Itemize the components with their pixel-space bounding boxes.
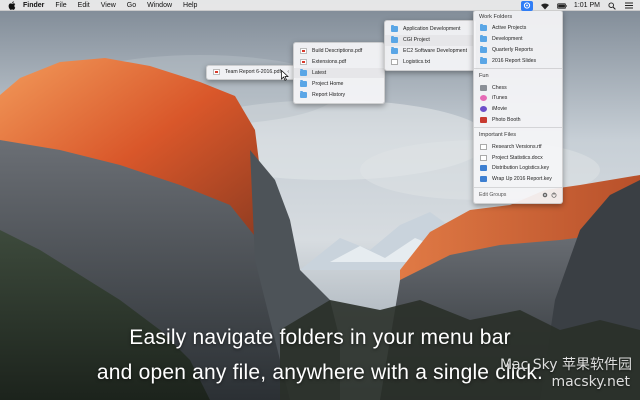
folder-icon <box>391 46 398 54</box>
folder-icon <box>480 24 487 32</box>
menu-item-label: Research Versions.rtf <box>492 143 542 150</box>
menu-item-label: Application Development <box>403 26 461 33</box>
menu-item-folder[interactable]: Application Development <box>385 24 475 35</box>
menu-item-folder[interactable]: Report History <box>294 89 384 100</box>
submenu-level-3: Application Development CGI Project EC2 … <box>384 20 476 72</box>
status-area: 1:01 PM <box>520 0 634 11</box>
menu-item-app[interactable]: Chess <box>474 82 562 93</box>
menu-item-label: Logistics.txt <box>403 58 431 65</box>
submenu-level-2: Build Descriptions.pdf Extensions.pdf La… <box>293 42 385 104</box>
section-title-fun: Fun <box>479 73 489 80</box>
mouse-pointer-icon <box>281 70 289 81</box>
menu-item-label: Active Projects <box>492 25 527 32</box>
pdf-icon <box>213 69 220 76</box>
menu-item-label: Project Statistics.docx <box>492 154 543 161</box>
menu-item-label: EC2 Software Development <box>403 47 468 54</box>
document-icon <box>480 154 487 161</box>
menu-item-label: Quarterly Reports <box>492 46 533 53</box>
menu-item-file[interactable]: Logistics.txt <box>385 56 475 67</box>
watermark-line-1: Mac Sky 苹果软件园 <box>499 357 632 373</box>
menu-item-folder[interactable]: Active Projects <box>474 23 562 34</box>
menu-bar: Finder File Edit View Go Window Help 1:0… <box>0 0 640 11</box>
document-icon <box>391 58 398 65</box>
pdf-icon <box>300 59 307 66</box>
menu-clock[interactable]: 1:01 PM <box>574 2 600 9</box>
menu-item-label: Report History <box>312 91 346 98</box>
menu-window[interactable]: Window <box>147 0 172 11</box>
keynote-icon <box>480 165 487 172</box>
menu-separator <box>474 68 562 70</box>
folder-icon <box>391 25 398 33</box>
menu-item-label: Latest <box>312 69 327 76</box>
section-title-work-folders: Work Folders <box>479 14 513 20</box>
folder-icon <box>391 36 398 44</box>
folder-icon <box>480 35 487 43</box>
menu-view[interactable]: View <box>101 0 116 11</box>
menu-item-file[interactable]: Build Descriptions.pdf <box>294 46 384 57</box>
keynote-icon <box>480 176 487 183</box>
spotlight-search-icon[interactable] <box>607 1 617 10</box>
main-dropdown-menu: Work Folders Active Projects Development… <box>473 10 563 204</box>
gear-icon[interactable] <box>542 192 548 198</box>
apple-logo-icon[interactable] <box>8 0 16 10</box>
document-icon <box>480 143 487 150</box>
menu-item-file[interactable]: Distribution Logistics.key <box>474 163 562 174</box>
menu-separator <box>474 127 562 129</box>
menu-item-folder[interactable]: Quarterly Reports <box>474 45 562 56</box>
edit-groups-button[interactable]: Edit Groups <box>479 192 506 198</box>
menu-item-app[interactable]: iTunes <box>474 93 562 104</box>
folder-icon <box>480 45 487 53</box>
menu-file[interactable]: File <box>55 0 66 11</box>
menu-item-app[interactable]: iMovie <box>474 104 562 115</box>
menu-item-label: Extensions.pdf <box>312 59 347 66</box>
folder-icon <box>300 90 307 98</box>
menu-item-label: Wrap Up 2016 Report.key <box>492 176 552 183</box>
menu-item-folder[interactable]: Latest <box>294 67 384 79</box>
menu-item-label: iMovie <box>492 106 507 113</box>
menu-item-label: 2016 Report Slides <box>492 57 537 64</box>
menu-item-folder[interactable]: EC2 Software Development <box>385 46 475 57</box>
menu-item-label: Photo Booth <box>492 116 521 123</box>
folder-icon <box>300 79 307 87</box>
menu-separator <box>474 186 562 188</box>
folder-menu-extra-icon[interactable] <box>520 0 533 11</box>
menu-item-label: Build Descriptions.pdf <box>312 48 363 55</box>
menu-item-label: CGI Project <box>403 37 430 44</box>
notification-center-icon[interactable] <box>624 1 634 10</box>
menu-item-folder[interactable]: CGI Project <box>385 34 475 46</box>
photo-booth-icon <box>480 116 487 123</box>
chess-icon <box>480 84 487 91</box>
itunes-icon <box>480 95 487 102</box>
wifi-icon[interactable] <box>540 1 550 10</box>
folder-icon <box>300 68 307 76</box>
menu-item-label: Chess <box>492 84 507 91</box>
menu-item-folder[interactable]: Project Home <box>294 78 384 89</box>
menu-item-file[interactable]: Project Statistics.docx <box>474 152 562 163</box>
menu-item-label: Project Home <box>312 80 344 87</box>
menu-footer: Edit Groups <box>474 190 562 201</box>
menu-item-file[interactable]: Extensions.pdf <box>294 57 384 68</box>
menu-item-folder[interactable]: 2016 Report Slides <box>474 55 562 66</box>
imovie-icon <box>480 106 487 113</box>
menu-item-label: iTunes <box>492 95 508 102</box>
caption-line-1: Easily navigate folders in your menu bar <box>129 326 511 349</box>
menu-edit[interactable]: Edit <box>78 0 90 11</box>
section-title-important-files: Important Files <box>479 132 516 139</box>
power-icon[interactable] <box>551 192 557 198</box>
menu-item-app[interactable]: Photo Booth <box>474 115 562 126</box>
watermark-line-2: macsky.net <box>551 374 630 390</box>
menu-app-finder[interactable]: Finder <box>23 0 44 11</box>
battery-icon[interactable] <box>557 1 567 10</box>
menu-item-file[interactable]: Research Versions.rtf <box>474 141 562 152</box>
menu-help[interactable]: Help <box>183 0 197 11</box>
folder-icon <box>480 56 487 64</box>
menu-go[interactable]: Go <box>127 0 136 11</box>
menu-item-label: Distribution Logistics.key <box>492 165 550 172</box>
menu-item-label: Development <box>492 36 523 43</box>
menu-item-label: Team Report 6-2016.pdf <box>225 69 281 76</box>
menu-item-folder[interactable]: Development <box>474 34 562 45</box>
pdf-icon <box>300 48 307 55</box>
menu-item-file[interactable]: Wrap Up 2016 Report.key <box>474 174 562 185</box>
